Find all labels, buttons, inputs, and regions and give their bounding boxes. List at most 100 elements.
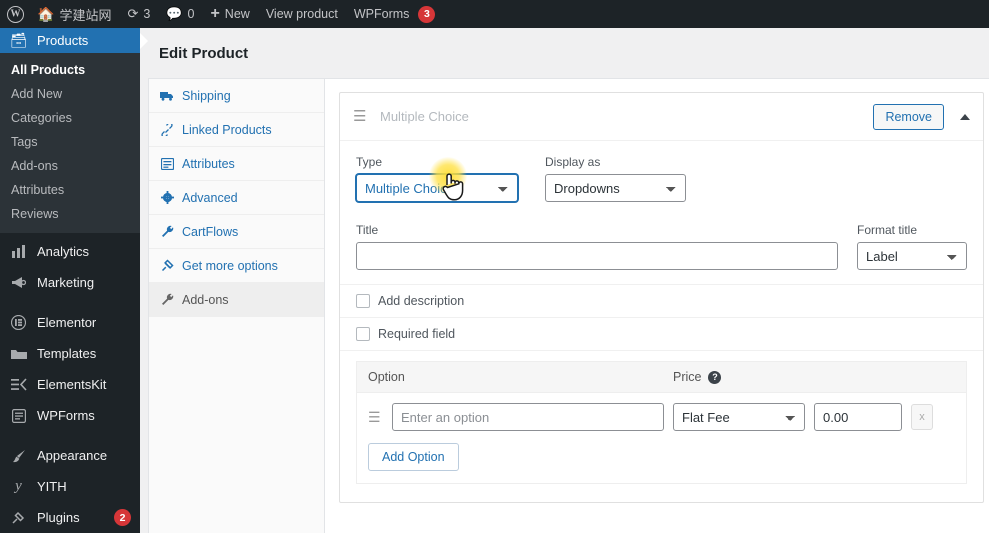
new-label: New <box>224 7 250 21</box>
wpforms-label: WPForms <box>353 7 410 21</box>
folder-icon <box>9 348 28 360</box>
sidebar-item-templates[interactable]: Templates <box>0 341 140 366</box>
updates-icon: ⟳ <box>127 6 139 21</box>
title-input[interactable] <box>356 242 838 270</box>
submenu-item-add-new[interactable]: Add New <box>0 82 140 106</box>
option-price-type-select[interactable]: Flat Fee <box>673 403 805 431</box>
add-option-button[interactable]: Add Option <box>368 443 459 471</box>
required-field-row[interactable]: Required field <box>356 318 967 350</box>
comments-menu[interactable]: 💬 0 <box>158 0 202 28</box>
help-icon[interactable]: ? <box>708 370 722 384</box>
submenu-item-tags[interactable]: Tags <box>0 130 140 154</box>
addon-card-header: ☰ Multiple Choice Remove <box>340 93 983 141</box>
tab-cartflows[interactable]: CartFlows <box>149 215 324 249</box>
sidebar-item-plugins[interactable]: Plugins 2 <box>0 505 140 530</box>
option-drag-handle-icon[interactable]: ☰ <box>368 410 383 424</box>
menu-separator-2 <box>0 428 140 437</box>
submenu-item-categories[interactable]: Categories <box>0 106 140 130</box>
view-product-link[interactable]: View product <box>258 0 346 28</box>
megaphone-icon <box>9 276 28 289</box>
tab-linked-products[interactable]: Linked Products <box>149 113 324 147</box>
display-as-select[interactable]: Dropdowns <box>545 174 686 202</box>
triangle-up-icon[interactable] <box>960 113 970 120</box>
tab-shipping[interactable]: Shipping <box>149 79 324 113</box>
sidebar-item-products[interactable]: 🗃 Products <box>0 28 140 53</box>
add-description-checkbox[interactable] <box>356 294 370 308</box>
truck-icon <box>160 91 174 101</box>
display-as-label: Display as <box>545 155 601 169</box>
tab-add-ons[interactable]: Add-ons <box>149 283 324 317</box>
product-data-tabs: Shipping Linked Products Attributes Adva… <box>149 79 325 533</box>
addon-card: ☰ Multiple Choice Remove Type Multiple C… <box>339 92 984 503</box>
remove-button[interactable]: Remove <box>873 103 944 130</box>
wp-logo-menu[interactable] <box>0 0 29 28</box>
menu-separator <box>0 295 140 304</box>
page-title: Edit Product <box>159 44 249 62</box>
submenu-item-add-ons[interactable]: Add-ons <box>0 154 140 178</box>
type-label: Type <box>356 155 383 169</box>
gear-icon <box>160 191 174 204</box>
tab-attributes-label: Attributes <box>182 156 235 171</box>
sidebar-item-elementor-label: Elementor <box>37 315 97 330</box>
format-title-field: Format title Label <box>857 223 967 270</box>
tab-attributes[interactable]: Attributes <box>149 147 324 181</box>
sidebar-item-plugins-label: Plugins <box>37 510 80 525</box>
add-ons-panel: ☰ Multiple Choice Remove Type Multiple C… <box>325 79 989 533</box>
option-name-input[interactable] <box>392 403 664 431</box>
tab-advanced[interactable]: Advanced <box>149 181 324 215</box>
wpforms-menu[interactable]: WPForms 3 <box>346 0 444 28</box>
wrench-icon-active <box>160 293 174 306</box>
required-field-label: Required field <box>378 327 456 341</box>
products-submenu: All Products Add New Categories Tags Add… <box>0 53 140 233</box>
submenu-item-attributes[interactable]: Attributes <box>0 178 140 202</box>
title-field: Title <box>356 223 838 270</box>
wordpress-logo-icon <box>7 5 24 23</box>
tab-cartflows-label: CartFlows <box>182 224 239 239</box>
sidebar-item-wpforms[interactable]: WPForms <box>0 403 140 428</box>
sidebar-item-elementor[interactable]: Elementor <box>0 310 140 335</box>
elementor-icon <box>9 315 28 330</box>
column-header-price-wrap: Price ? <box>673 370 722 384</box>
tab-get-more-options-label: Get more options <box>182 258 278 273</box>
sidebar-item-elementskit[interactable]: ElementsKit <box>0 372 140 397</box>
link-icon <box>160 123 174 136</box>
site-name-menu[interactable]: 🏠 学建站网 <box>29 0 119 28</box>
add-description-row[interactable]: Add description <box>356 285 967 317</box>
sidebar-item-analytics[interactable]: Analytics <box>0 239 140 264</box>
submenu-item-all-products[interactable]: All Products <box>0 58 140 82</box>
updates-menu[interactable]: ⟳ 3 <box>119 0 158 28</box>
option-row: ☰ Flat Fee x <box>357 393 966 437</box>
remove-option-button[interactable]: x <box>911 404 933 430</box>
new-content-menu[interactable]: + New <box>202 0 257 28</box>
column-header-price: Price <box>673 370 702 384</box>
divider-3 <box>340 350 983 351</box>
sidebar-item-appearance[interactable]: Appearance <box>0 443 140 468</box>
home-icon: 🏠 <box>37 5 55 22</box>
main-content: Edit Product Shipping Linked Products At… <box>140 28 989 533</box>
yith-icon: y <box>15 478 22 494</box>
tab-add-ons-label: Add-ons <box>182 292 229 307</box>
submenu-item-reviews[interactable]: Reviews <box>0 202 140 226</box>
drag-handle-icon[interactable]: ☰ <box>353 109 368 124</box>
title-label: Title <box>356 223 379 237</box>
type-select[interactable]: Multiple Choice <box>356 174 518 202</box>
sidebar-item-marketing-label: Marketing <box>37 275 95 290</box>
option-price-input[interactable] <box>814 403 902 431</box>
options-table-header: Option Price ? <box>357 362 966 393</box>
sidebar-item-analytics-label: Analytics <box>37 244 90 259</box>
format-title-label: Format title <box>857 223 918 237</box>
sidebar-item-marketing[interactable]: Marketing <box>0 270 140 295</box>
paintbrush-icon <box>9 449 28 463</box>
addon-name-placeholder: Multiple Choice <box>380 109 469 124</box>
plug-icon <box>9 511 28 525</box>
sidebar-item-appearance-label: Appearance <box>37 448 108 463</box>
format-title-select[interactable]: Label <box>857 242 967 270</box>
tab-get-more-options[interactable]: Get more options <box>149 249 324 283</box>
plug-icon <box>160 259 174 272</box>
add-description-label: Add description <box>378 294 465 308</box>
form-icon <box>9 408 28 423</box>
required-field-checkbox[interactable] <box>356 327 370 341</box>
sidebar-item-yith[interactable]: y YITH <box>0 474 140 499</box>
column-header-option: Option <box>368 370 405 384</box>
view-product-label: View product <box>265 7 338 21</box>
